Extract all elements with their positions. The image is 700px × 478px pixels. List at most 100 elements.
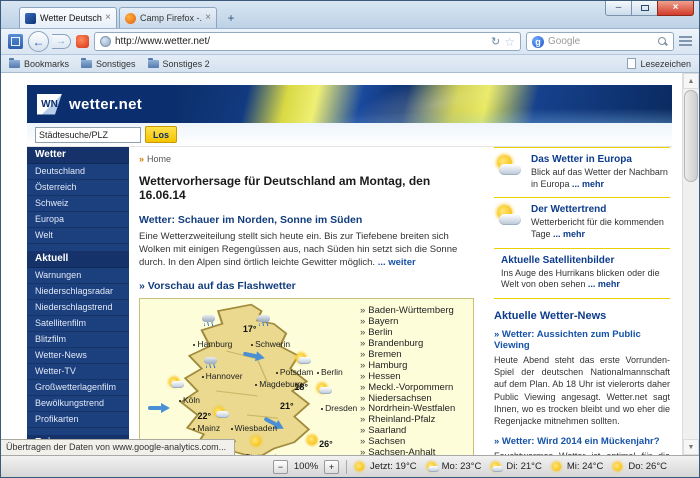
browser-tab[interactable]: Wetter Deutsch... × xyxy=(19,7,117,28)
bookmark-star-icon[interactable]: ☆ xyxy=(504,35,515,49)
browser-tab[interactable]: Camp Firefox -... × xyxy=(119,7,217,28)
vertical-scrollbar[interactable]: ▲ ▼ xyxy=(682,73,699,455)
mehr-link[interactable]: ... mehr xyxy=(572,179,604,189)
weather-forecast-item[interactable]: Do: 26°C xyxy=(612,461,667,473)
sidebar-item[interactable]: Wetter xyxy=(27,147,129,164)
state-arrow-icon: » xyxy=(360,404,365,414)
addon-toolbar-icon[interactable] xyxy=(76,35,89,48)
tab-groups-icon[interactable] xyxy=(8,34,23,49)
zoom-in-button[interactable]: + xyxy=(324,460,339,474)
scrollbar-thumb[interactable] xyxy=(684,90,698,182)
tab-close-icon[interactable]: × xyxy=(205,13,211,23)
state-link[interactable]: »Hamburg xyxy=(360,361,467,372)
forward-button[interactable]: → xyxy=(52,34,71,49)
bookmark-item[interactable]: Sonstiges xyxy=(81,59,136,69)
sidebar-item[interactable]: Profikarten xyxy=(27,412,129,428)
map-weather-icon xyxy=(249,436,267,450)
sidebar-item[interactable]: Deutschland xyxy=(27,164,129,180)
close-window-button[interactable]: × xyxy=(657,1,694,16)
url-input[interactable] xyxy=(115,36,487,47)
maximize-button[interactable] xyxy=(631,1,658,16)
sidebar-item[interactable]: Österreich xyxy=(27,180,129,196)
lesezeichen-button[interactable]: Lesezeichen xyxy=(627,58,691,69)
state-link[interactable]: »Bayern xyxy=(360,317,467,328)
teaser-title[interactable]: Aktuelle Satellitenbilder xyxy=(501,255,670,266)
state-link[interactable]: »Saarland xyxy=(360,426,467,437)
teaser-text: Wetterbericht für die kommenden Tage xyxy=(531,217,664,239)
google-engine-icon[interactable]: g xyxy=(532,36,544,48)
titlebar[interactable]: Wetter Deutsch... × Camp Firefox -... × … xyxy=(1,1,699,28)
sidebar-item[interactable]: Wetter-News xyxy=(27,348,129,364)
mehr-link[interactable]: ... mehr xyxy=(553,229,585,239)
state-link[interactable]: »Brandenburg xyxy=(360,339,467,350)
weather-forecast-label: Mi: 24°C xyxy=(567,461,604,472)
reload-icon[interactable]: ↻ xyxy=(491,35,500,48)
city-search-submit-button[interactable]: Los xyxy=(145,126,177,143)
sidebar-item[interactable]: Großwetterlagenfilm xyxy=(27,380,129,396)
search-input[interactable] xyxy=(548,36,654,47)
state-link[interactable]: »Hessen xyxy=(360,372,467,383)
news-title[interactable]: » Wetter: Aussichten zum Public Viewing xyxy=(494,329,670,351)
map-weather-icon xyxy=(200,353,218,367)
state-link[interactable]: »Sachsen-Anhalt xyxy=(360,448,467,455)
breadcrumb[interactable]: »Home xyxy=(139,154,474,164)
new-tab-button[interactable]: + xyxy=(220,10,242,27)
city-search-input[interactable] xyxy=(35,127,141,143)
site-logo[interactable]: WN wetter.net xyxy=(27,85,179,123)
weiter-link[interactable]: ... weiter xyxy=(378,257,416,268)
germany-map[interactable]: HamburgSchwerinHannoverPotsdamBerlinMagd… xyxy=(144,303,350,455)
state-link[interactable]: »Baden-Württemberg xyxy=(360,306,467,317)
sidebar-item[interactable]: Warnungen xyxy=(27,268,129,284)
weather-forecast-item[interactable]: Mo: 23°C xyxy=(426,461,482,473)
state-link[interactable]: »Meckl.-Vorpommern xyxy=(360,383,467,394)
teaser-title[interactable]: Der Wettertrend xyxy=(531,204,670,215)
weather-forecast-item[interactable]: Di: 21°C xyxy=(490,461,541,473)
scroll-up-button[interactable]: ▲ xyxy=(683,73,699,89)
state-link[interactable]: »Rheinland-Pfalz xyxy=(360,415,467,426)
search-box[interactable]: g xyxy=(526,32,674,51)
sidebar-item[interactable]: Niederschlagstrend xyxy=(27,300,129,316)
state-link[interactable]: »Nordrhein-Westfalen xyxy=(360,404,467,415)
sidebar-item[interactable]: Satellitenfilm xyxy=(27,316,129,332)
sidebar-item[interactable]: Niederschlagsradar xyxy=(27,284,129,300)
sidebar-item[interactable]: Wetter-TV xyxy=(27,364,129,380)
news-item[interactable]: » Wetter: Wird 2014 ein Mückenjahr? Feuc… xyxy=(494,436,670,455)
state-link[interactable]: »Berlin xyxy=(360,328,467,339)
sidebar-item[interactable]: Bewölkungstrend xyxy=(27,396,129,412)
lesezeichen-label: Lesezeichen xyxy=(640,59,691,69)
minimize-button[interactable]: – xyxy=(605,1,632,16)
zoom-out-button[interactable]: − xyxy=(273,460,288,474)
state-arrow-icon: » xyxy=(360,361,365,371)
scroll-down-button[interactable]: ▼ xyxy=(683,439,699,455)
sidebar-item[interactable]: Blitzfilm xyxy=(27,332,129,348)
weather-forecast-item[interactable]: Mi: 24°C xyxy=(551,461,604,473)
weather-forecast-item[interactable]: Jetzt: 19°C xyxy=(354,461,417,473)
search-icon[interactable] xyxy=(658,37,668,47)
sidebar-item[interactable]: Welt xyxy=(27,228,129,244)
weather-forecast-label: Do: 26°C xyxy=(628,461,667,472)
weather-forecast-label: Di: 21°C xyxy=(506,461,541,472)
city-search-band: Los xyxy=(27,123,672,147)
state-link[interactable]: »Niedersachsen xyxy=(360,394,467,405)
map-weather-icon xyxy=(294,353,312,367)
state-arrow-icon: » xyxy=(360,350,365,360)
back-button[interactable]: ← xyxy=(28,31,49,52)
teaser-item[interactable]: Das Wetter in Europa Blick auf das Wette… xyxy=(494,147,670,197)
state-link[interactable]: »Bremen xyxy=(360,350,467,361)
tab-close-icon[interactable]: × xyxy=(105,13,111,23)
sidebar-item[interactable]: Schweiz xyxy=(27,196,129,212)
state-link[interactable]: »Sachsen xyxy=(360,437,467,448)
teaser-item[interactable]: Aktuelle Satellitenbilder Ins Auge des H… xyxy=(494,248,670,299)
news-title[interactable]: » Wetter: Wird 2014 ein Mückenjahr? xyxy=(494,436,670,447)
mehr-link[interactable]: ... mehr xyxy=(588,279,620,289)
bookmark-item[interactable]: Sonstiges 2 xyxy=(148,59,210,69)
url-bar[interactable]: ↻ ☆ xyxy=(94,32,521,51)
bookmarks-menu-icon[interactable] xyxy=(679,36,692,47)
sidebar-item[interactable]: Aktuell xyxy=(27,251,129,268)
news-item[interactable]: » Wetter: Aussichten zum Public Viewing … xyxy=(494,329,670,427)
bookmark-item[interactable]: Bookmarks xyxy=(9,59,69,69)
flashwetter-heading[interactable]: » Vorschau auf das Flashwetter xyxy=(139,280,474,292)
sidebar-item[interactable]: Europa xyxy=(27,212,129,228)
teaser-item[interactable]: Der Wettertrend Wetterbericht für die ko… xyxy=(494,197,670,247)
teaser-title[interactable]: Das Wetter in Europa xyxy=(531,154,670,165)
